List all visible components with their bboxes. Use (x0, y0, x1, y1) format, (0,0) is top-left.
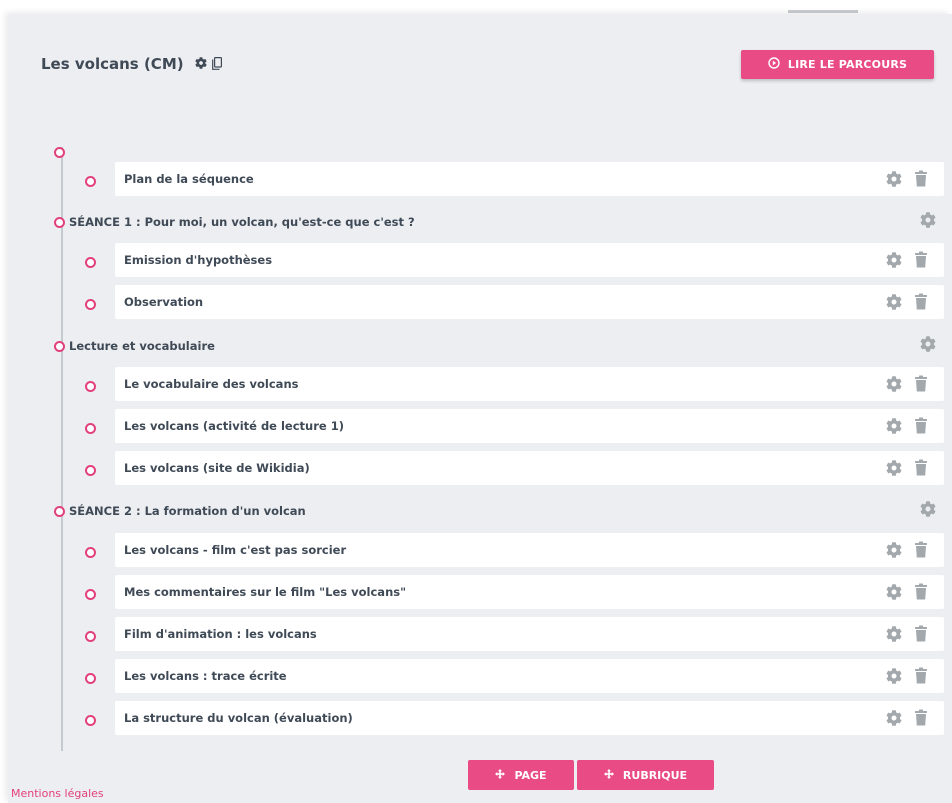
gear-icon[interactable] (920, 212, 936, 232)
item-marker (85, 257, 96, 268)
legal-notice-link[interactable]: Mentions légales (11, 787, 104, 800)
gear-icon[interactable] (886, 710, 902, 730)
read-course-label: LIRE LE PARCOURS (787, 58, 908, 71)
trash-icon[interactable] (915, 251, 927, 272)
gear-icon[interactable] (886, 252, 902, 272)
read-course-button[interactable]: LIRE LE PARCOURS (741, 50, 934, 79)
add-rubrique-label: RUBRIQUE (622, 768, 688, 782)
trash-icon[interactable] (915, 417, 927, 438)
timeline-line (61, 147, 63, 751)
item-marker (85, 715, 96, 726)
add-page-button[interactable]: PAGE (468, 760, 574, 790)
item-marker (85, 423, 96, 434)
trash-icon[interactable] (915, 667, 927, 688)
add-rubrique-button[interactable]: RUBRIQUE (577, 760, 714, 790)
list-item[interactable]: Les volcans (site de Wikidia) (115, 451, 944, 485)
item-title: Les volcans : trace écrite (124, 669, 287, 683)
list-item[interactable]: Le vocabulaire des volcans (115, 367, 944, 401)
item-title: La structure du volcan (évaluation) (124, 711, 353, 725)
item-title: Les volcans (activité de lecture 1) (124, 419, 344, 433)
item-marker (85, 381, 96, 392)
gear-icon[interactable] (195, 57, 207, 69)
top-bar (0, 0, 952, 13)
section-title: SÉANCE 1 : Pour moi, un volcan, qu'est-c… (69, 215, 415, 229)
trash-icon[interactable] (915, 583, 927, 604)
item-marker (85, 465, 96, 476)
item-title: Observation (124, 295, 204, 309)
section-title: Lecture et vocabulaire (69, 339, 215, 353)
gear-icon[interactable] (886, 294, 902, 314)
trash-icon[interactable] (915, 459, 927, 480)
trash-icon[interactable] (915, 170, 927, 191)
title-actions (195, 54, 222, 72)
item-title: Emission d'hypothèses (124, 253, 273, 267)
item-title: Le vocabulaire des volcans (124, 377, 299, 391)
item-marker (85, 589, 96, 600)
section-marker (54, 217, 65, 228)
item-marker (85, 547, 96, 558)
list-item[interactable]: Mes commentaires sur le film "Les volcan… (115, 575, 944, 609)
active-tab-indicator (788, 10, 858, 13)
item-title: Plan de la séquence (124, 172, 254, 186)
move-arrows-icon (604, 769, 614, 782)
list-item[interactable]: Plan de la séquence (115, 162, 944, 196)
gear-icon[interactable] (886, 171, 902, 191)
play-circle-icon (768, 57, 780, 72)
trash-icon[interactable] (915, 709, 927, 730)
item-title: Mes commentaires sur le film "Les volcan… (124, 585, 407, 599)
gear-icon[interactable] (886, 542, 902, 562)
gear-icon[interactable] (886, 668, 902, 688)
gear-icon[interactable] (886, 376, 902, 396)
gear-icon[interactable] (920, 501, 936, 521)
item-title: Film d'animation : les volcans (124, 627, 317, 641)
trash-icon[interactable] (915, 541, 927, 562)
section-marker (54, 147, 65, 158)
item-marker (85, 673, 96, 684)
item-marker (85, 299, 96, 310)
trash-icon[interactable] (915, 293, 927, 314)
course-panel: Les volcans (CM) LIRE LE PARCOURS Plan d… (8, 14, 952, 803)
gear-icon[interactable] (886, 584, 902, 604)
item-marker (85, 631, 96, 642)
gear-icon[interactable] (886, 418, 902, 438)
list-item[interactable]: Observation (115, 285, 944, 319)
list-item[interactable]: La structure du volcan (évaluation) (115, 701, 944, 735)
list-item[interactable]: Film d'animation : les volcans (115, 617, 944, 651)
list-item[interactable]: Les volcans - film c'est pas sorcier (115, 533, 944, 567)
move-arrows-icon (495, 769, 505, 782)
gear-icon[interactable] (886, 460, 902, 480)
item-title: Les volcans - film c'est pas sorcier (124, 543, 347, 557)
page-title: Les volcans (CM) (41, 55, 184, 73)
section-marker (54, 341, 65, 352)
item-marker (85, 176, 96, 187)
trash-icon[interactable] (915, 375, 927, 396)
list-item[interactable]: Emission d'hypothèses (115, 243, 944, 277)
trash-icon[interactable] (915, 625, 927, 646)
list-item[interactable]: Les volcans : trace écrite (115, 659, 944, 693)
gear-icon[interactable] (886, 626, 902, 646)
copy-icon[interactable] (212, 56, 222, 70)
section-title: SÉANCE 2 : La formation d'un volcan (69, 504, 306, 518)
section-marker (54, 506, 65, 517)
list-item[interactable]: Les volcans (activité de lecture 1) (115, 409, 944, 443)
item-title: Les volcans (site de Wikidia) (124, 461, 310, 475)
gear-icon[interactable] (920, 336, 936, 356)
add-page-label: PAGE (514, 768, 547, 782)
